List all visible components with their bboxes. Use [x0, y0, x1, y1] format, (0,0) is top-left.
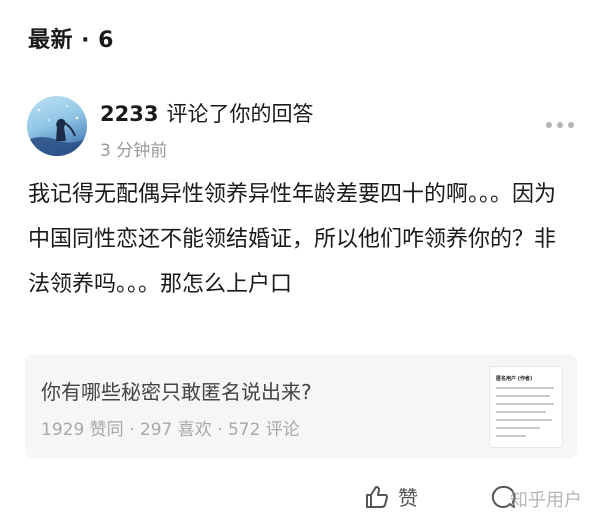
thumbnail-heading: 匿名用户 (作者)	[496, 376, 533, 382]
avatar-image	[27, 105, 87, 156]
username[interactable]: 2233	[100, 102, 158, 126]
question-card[interactable]: 你有哪些秘密只敢匿名说出来? 1929 赞同 · 297 喜欢 · 572 评论…	[25, 354, 577, 458]
notification-header: 2233 评论了你的回答	[100, 98, 313, 128]
section-title: 最新 · 6	[28, 28, 114, 53]
answer-thumbnail: 匿名用户 (作者)	[489, 366, 563, 448]
more-icon-dot	[546, 122, 552, 128]
comment-text: 我记得无配偶异性领养异性年龄差要四十的啊。。。因为中国同性恋还不能领结婚证，所以…	[28, 182, 557, 297]
notification-action: 评论了你的回答	[166, 102, 314, 126]
avatar[interactable]	[27, 96, 87, 156]
thumbnail-text-line	[496, 419, 552, 421]
like-button[interactable]: 赞	[364, 482, 418, 511]
thumbnail-text-line	[496, 387, 554, 389]
more-button[interactable]	[546, 118, 574, 132]
more-icon-dot	[557, 122, 563, 128]
timestamp: 3 分钟前	[100, 141, 168, 161]
question-stats: 1929 赞同 · 297 喜欢 · 572 评论	[41, 420, 300, 440]
thumbnail-text-line	[496, 395, 550, 397]
thumbnail-text-line	[496, 435, 526, 437]
more-icon-dot	[568, 122, 574, 128]
question-title[interactable]: 你有哪些秘密只敢匿名说出来?	[41, 376, 312, 405]
thumbnail-text-line	[496, 403, 554, 405]
watermark: 知乎用户	[510, 490, 582, 511]
like-label: 赞	[398, 486, 418, 510]
thumbnail-text-line	[496, 427, 540, 429]
thumbs-up-icon	[366, 485, 388, 508]
thumbnail-text-line	[496, 411, 546, 413]
